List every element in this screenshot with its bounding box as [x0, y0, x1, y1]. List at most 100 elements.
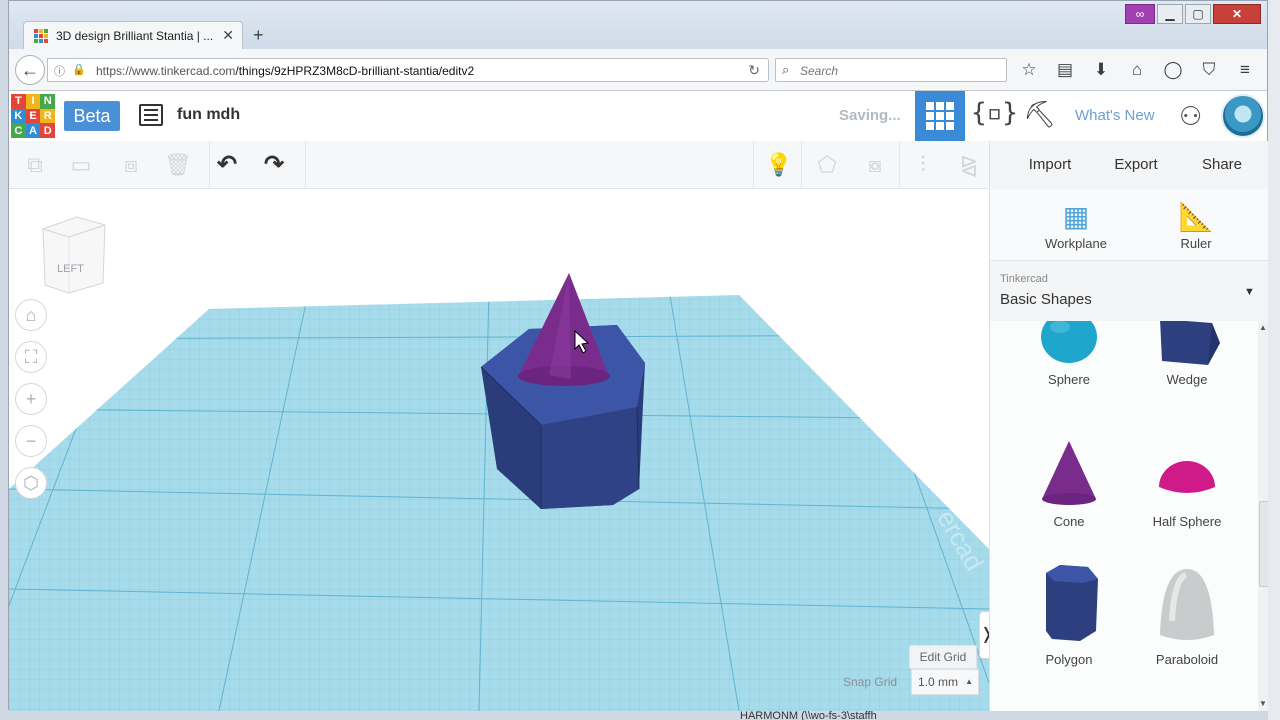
fit-view-button[interactable]: ⛶ [15, 341, 47, 373]
url-bar[interactable]: ⓘ 🔒 https://www.tinkercad.com/things/9zH… [47, 58, 769, 82]
workplane-grid [9, 295, 989, 711]
browser-toolbar-icons: ☆ ▤ ⬇ ⌂ ◯ ⛉ ≡ [1019, 60, 1255, 80]
workplane-tool[interactable]: ▦ Workplane [1026, 199, 1126, 253]
copy-icon[interactable]: ⧉ [21, 151, 49, 179]
saving-status: Saving... [839, 107, 901, 124]
snap-grid-value: 1.0 mm [918, 675, 959, 689]
zoom-in-button[interactable]: + [15, 383, 47, 415]
snap-grid-label: Snap Grid [843, 675, 898, 689]
info-icon[interactable]: ⓘ [54, 63, 65, 79]
logo-letter: C [11, 123, 26, 138]
codeblocks-icon[interactable]: {▫} [971, 98, 1018, 128]
screen: 3D design Brilliant Stantia | ... ✕ + ∞ … [0, 0, 1280, 720]
toolbar-divider [209, 141, 210, 189]
view-cube[interactable]: LEFT [37, 209, 117, 299]
duplicate-icon[interactable]: ⧈ [117, 151, 145, 179]
group-icon[interactable]: ⬠ [813, 151, 841, 179]
ruler-label: Ruler [1180, 236, 1212, 251]
reload-icon[interactable]: ↻ [748, 62, 760, 79]
browser-tab[interactable]: 3D design Brilliant Stantia | ... ✕ [23, 21, 243, 49]
downloads-icon[interactable]: ⬇ [1091, 60, 1111, 80]
shape-paraboloid[interactable]: Paraboloid [1128, 561, 1246, 667]
back-button[interactable]: ← [15, 55, 45, 85]
shape-wedge[interactable]: Wedge [1128, 321, 1246, 387]
paste-icon[interactable]: ▭ [67, 151, 95, 179]
tab-close-icon[interactable]: ✕ [222, 27, 234, 44]
3d-viewport[interactable]: ercad LEFT ⌂ ⛶ + − ⬡ ❭ Edit Grid Snap Gr… [9, 189, 989, 711]
background-window-edge [1268, 0, 1280, 720]
ruler-tool[interactable]: 📐 Ruler [1146, 199, 1246, 253]
url-text: https://www.tinkercad.com/things/9zHPRZ3… [96, 64, 474, 78]
new-tab-icon[interactable]: + [253, 25, 264, 46]
close-window-button[interactable]: ✕ [1213, 4, 1261, 24]
search-box[interactable]: ⌕ Search [775, 58, 1007, 82]
logo-letter: E [25, 108, 41, 124]
private-mask-icon: ∞ [1125, 4, 1155, 24]
3d-view-button[interactable] [915, 91, 965, 141]
view-cube-face-label: LEFT [57, 263, 84, 275]
chat-icon[interactable]: ◯ [1163, 60, 1183, 80]
chevron-up-down-icon: ▲ [965, 677, 973, 686]
ruler-icon: 📐 [1178, 201, 1214, 232]
delete-icon[interactable]: 🗑 [164, 151, 192, 179]
design-name[interactable]: fun mdh [177, 106, 240, 124]
share-button[interactable]: Share [1180, 149, 1264, 181]
url-host: https://www.tinkercad.com [96, 64, 236, 78]
plane-tools: ▦ Workplane 📐 Ruler [990, 189, 1270, 261]
align-icon[interactable]: ⫶ [909, 151, 937, 179]
pocket-icon[interactable]: ⛉ [1199, 60, 1219, 80]
url-path: /things/9zHPRZ3M8cD-brilliant-stantia/ed… [235, 64, 475, 78]
mirror-icon[interactable]: ⧎ [955, 151, 983, 179]
home-icon[interactable]: ⌂ [1127, 60, 1147, 80]
scroll-down-icon[interactable]: ▼ [1259, 699, 1267, 708]
tinkercad-logo[interactable]: T I N K E R C A D [11, 94, 55, 138]
shape-label: Half Sphere [1152, 514, 1222, 529]
zoom-out-button[interactable]: − [15, 425, 47, 457]
tinkercad-header: T I N K E R C A D Beta fun mdh Saving... [9, 91, 1267, 141]
logo-letter: D [40, 123, 55, 138]
menu-icon[interactable]: ≡ [1235, 60, 1255, 80]
home-view-button[interactable]: ⌂ [15, 299, 47, 331]
ungroup-icon[interactable]: ⧇ [861, 151, 889, 179]
shape-sphere[interactable]: Sphere [1010, 321, 1128, 387]
show-hide-icon[interactable]: 💡 [765, 151, 793, 179]
design-list-icon[interactable] [139, 104, 163, 126]
perspective-button[interactable]: ⬡ [15, 467, 47, 499]
workplane-scene[interactable]: ercad [9, 189, 989, 711]
search-icon: ⌕ [782, 62, 790, 77]
export-button[interactable]: Export [1094, 149, 1178, 181]
panel-collapse-button[interactable]: ❭ [979, 611, 989, 659]
shape-label: Polygon [1045, 652, 1093, 667]
search-placeholder: Search [800, 64, 839, 78]
shape-label: Cone [1053, 514, 1085, 529]
browser-window: 3D design Brilliant Stantia | ... ✕ + ∞ … [8, 0, 1270, 711]
logo-letter: N [40, 94, 55, 109]
user-avatar[interactable] [1221, 94, 1265, 138]
pickaxe-icon[interactable]: ⛏ [1023, 99, 1056, 130]
add-user-icon[interactable]: ⚇ [1179, 101, 1202, 132]
workplane-icon: ▦ [1062, 201, 1090, 232]
tab-title: 3D design Brilliant Stantia | ... [56, 29, 214, 43]
edit-grid-button[interactable]: Edit Grid [909, 645, 977, 669]
chevron-down-icon[interactable]: ▼ [1244, 286, 1255, 298]
undo-icon[interactable]: ↶ [213, 151, 241, 179]
snap-grid-select[interactable]: 1.0 mm ▲ [911, 669, 979, 695]
maximize-button[interactable]: ▢ [1185, 4, 1211, 24]
minimize-button[interactable]: ▁ [1157, 4, 1183, 24]
shape-polygon[interactable]: Polygon [1010, 561, 1128, 667]
import-button[interactable]: Import [1008, 149, 1092, 181]
toolbar-divider [899, 141, 900, 189]
redo-icon[interactable]: ↷ [260, 151, 288, 179]
logo-letter: I [25, 94, 41, 109]
bookmark-star-icon[interactable]: ☆ [1019, 60, 1039, 80]
scroll-up-icon[interactable]: ▲ [1259, 323, 1267, 332]
whats-new-link[interactable]: What's New [1075, 107, 1155, 124]
beta-badge[interactable]: Beta [64, 101, 120, 131]
reading-list-icon[interactable]: ▤ [1055, 60, 1075, 80]
shape-library-select[interactable]: Tinkercad Basic Shapes [1000, 273, 1092, 308]
shape-label: Paraboloid [1155, 652, 1219, 667]
shape-half-sphere[interactable]: Half Sphere [1128, 437, 1246, 529]
logo-letter: A [25, 123, 41, 138]
logo-letter: T [11, 94, 26, 109]
shape-cone[interactable]: Cone [1010, 437, 1128, 529]
